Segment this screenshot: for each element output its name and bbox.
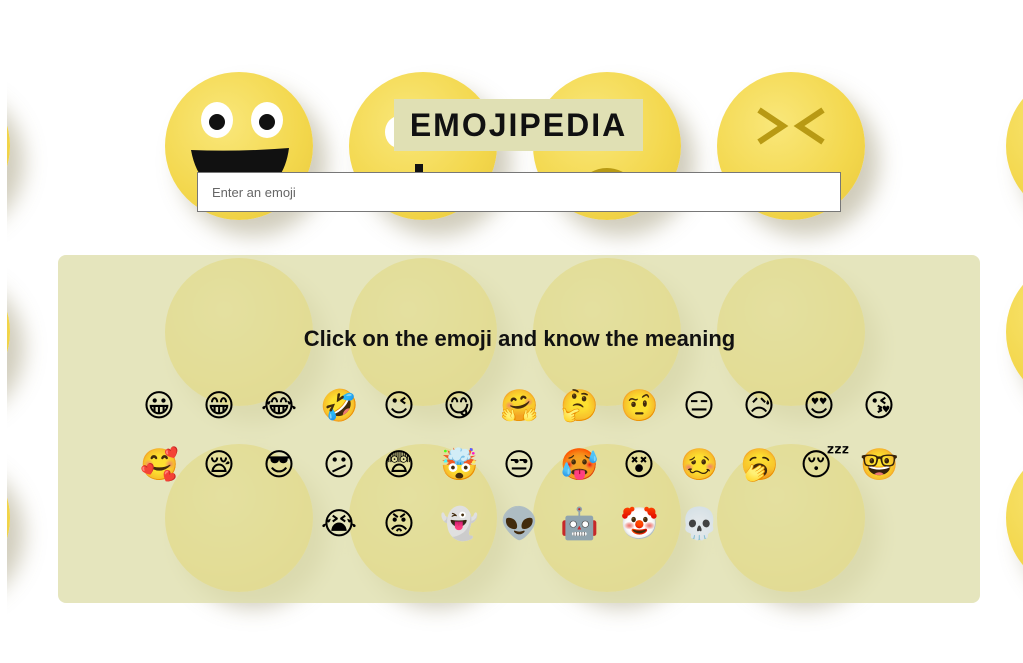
emoji-rolling-laughing[interactable]: 🤣 <box>320 387 359 425</box>
emoji-row-2: 🥰 😪 😎 😕 😨 🤯 😒 🥵 😵 🥴 🥱 😴 🤓 <box>0 446 1023 484</box>
emoji-hot-face[interactable]: 🥵 <box>560 446 599 484</box>
emoji-confused-face[interactable]: 😕 <box>320 446 358 484</box>
emoji-savoring-food[interactable]: 😋 <box>440 387 478 425</box>
page: EMOJIPEDIA Click on the emoji and know t… <box>0 0 1023 663</box>
emoji-clown-face[interactable]: 🤡 <box>620 505 659 543</box>
emoji-expressionless[interactable]: 😑 <box>680 387 718 425</box>
emoji-angry-face[interactable]: 😡 <box>380 505 418 543</box>
emoji-row-3: 😭 😡 👻 👽 🤖 🤡 💀 <box>0 505 1023 543</box>
emoji-panel <box>58 255 980 603</box>
emoji-robot[interactable]: 🤖 <box>560 505 599 543</box>
emoji-sunglasses-face[interactable]: 😎 <box>260 446 298 484</box>
emoji-row-1: 😀 😁 😂 🤣 😉 😋 🤗 🤔 🤨 😑 😥 😍 😘 <box>0 387 1023 425</box>
emoji-blowing-kiss[interactable]: 😘 <box>860 387 898 425</box>
emoji-sleepy-face[interactable]: 😪 <box>200 446 238 484</box>
emoji-heart-eyes[interactable]: 😍 <box>800 387 838 425</box>
emoji-grinning-face[interactable]: 😀 <box>140 387 178 425</box>
page-title: EMOJIPEDIA <box>409 106 628 143</box>
emoji-thinking-face[interactable]: 🤔 <box>560 387 599 425</box>
emoji-sad-relieved[interactable]: 😥 <box>740 387 778 425</box>
emoji-ghost[interactable]: 👻 <box>440 505 479 543</box>
bg-face-right-edge-icon <box>1006 72 1023 220</box>
emoji-exploding-head[interactable]: 🤯 <box>440 446 479 484</box>
emoji-raised-eyebrow[interactable]: 🤨 <box>620 387 659 425</box>
emoji-yawning-face[interactable]: 🥱 <box>740 446 779 484</box>
emoji-dizzy-face[interactable]: 😵 <box>620 446 658 484</box>
emoji-smiling-hearts[interactable]: 🥰 <box>140 446 179 484</box>
emoji-nerd-face[interactable]: 🤓 <box>860 446 899 484</box>
emoji-winking-face[interactable]: 😉 <box>380 387 418 425</box>
emoji-beaming-face[interactable]: 😁 <box>200 387 238 425</box>
emoji-sleeping-face[interactable]: 😴 <box>800 446 850 484</box>
emoji-crying-face[interactable]: 😭 <box>320 505 358 543</box>
emoji-fearful-face[interactable]: 😨 <box>380 446 418 484</box>
title-box: EMOJIPEDIA <box>394 99 643 151</box>
emoji-tears-of-joy[interactable]: 😂 <box>260 387 298 425</box>
emoji-hugging-face[interactable]: 🤗 <box>500 387 539 425</box>
emoji-woozy-face[interactable]: 🥴 <box>680 446 719 484</box>
emoji-alien[interactable]: 👽 <box>500 505 539 543</box>
emoji-unamused-face[interactable]: 😒 <box>500 446 538 484</box>
emoji-skull[interactable]: 💀 <box>680 505 719 543</box>
panel-heading: Click on the emoji and know the meaning <box>303 326 736 351</box>
emoji-search-input[interactable] <box>197 172 841 212</box>
